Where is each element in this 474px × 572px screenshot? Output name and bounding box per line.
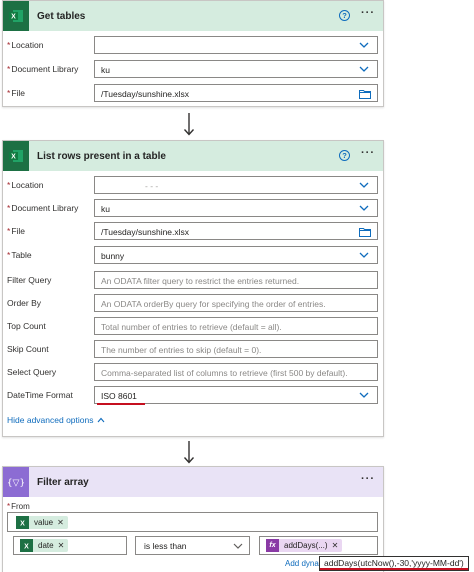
chevron-down-icon	[233, 543, 243, 549]
datetime-format-value: ISO 8601	[101, 391, 137, 401]
file-value: /Tuesday/sunshine.xlsx	[101, 227, 190, 237]
select-query-row: Select Query Comma-separated list of col…	[3, 363, 383, 381]
excel-icon: X	[3, 141, 29, 171]
top-count-row: Top Count Total number of entries to ret…	[3, 317, 383, 335]
skip-count-row: Skip Count The number of entries to skip…	[3, 340, 383, 358]
help-icon[interactable]: ?	[339, 150, 350, 161]
chevron-down-icon	[359, 66, 369, 72]
file-input[interactable]: /Tuesday/sunshine.xlsx	[94, 222, 378, 240]
chevron-down-icon	[359, 392, 369, 398]
date-token[interactable]: X date ✕	[20, 539, 69, 552]
select-query-label: Select Query	[7, 367, 57, 377]
skip-count-input[interactable]: The number of entries to skip (default =…	[94, 340, 378, 358]
library-label: *Document Library	[7, 64, 79, 74]
datetime-format-dropdown[interactable]: ISO 8601	[94, 386, 378, 404]
excel-icon: X	[16, 516, 29, 529]
location-dropdown[interactable]	[94, 36, 378, 54]
file-row: *File /Tuesday/sunshine.xlsx	[3, 84, 383, 102]
datetime-format-row: DateTime Format ISO 8601	[3, 386, 383, 404]
from-input[interactable]: X value ✕	[7, 512, 378, 532]
adddays-token[interactable]: fx addDays(...) ✕	[266, 539, 343, 552]
file-label: *File	[7, 88, 26, 98]
card-title: List rows present in a table	[37, 150, 166, 162]
svg-text:X: X	[24, 544, 29, 551]
filter-query-input[interactable]: An ODATA filter query to restrict the en…	[94, 271, 378, 289]
svg-text:X: X	[11, 154, 16, 161]
filter-icon: {▽}	[3, 467, 29, 497]
top-count-input[interactable]: Total number of entries to retrieve (def…	[94, 317, 378, 335]
chevron-down-icon	[359, 205, 369, 211]
svg-text:X: X	[20, 521, 25, 528]
svg-text:X: X	[11, 14, 16, 21]
help-icon[interactable]: ?	[339, 10, 350, 21]
location-label: *Location	[7, 40, 44, 50]
library-value: ku	[101, 65, 110, 75]
list-rows-card: X List rows present in a table ? ··· *Lo…	[2, 140, 384, 437]
excel-icon: X	[3, 1, 29, 31]
more-icon[interactable]: ···	[361, 7, 375, 19]
location-row: *Location	[3, 36, 383, 54]
location-row: *Location - - -	[3, 176, 383, 194]
from-label: *From	[7, 502, 30, 511]
order-by-label: Order By	[7, 298, 42, 308]
close-icon[interactable]: ✕	[332, 541, 339, 550]
chevron-down-icon	[359, 252, 369, 258]
red-underline-annotation	[320, 568, 468, 570]
hide-advanced-options-link[interactable]: Hide advanced options	[7, 415, 105, 425]
more-icon[interactable]: ···	[361, 473, 375, 485]
operator-dropdown[interactable]: is less than	[135, 536, 250, 555]
select-query-input[interactable]: Comma-separated list of columns to retri…	[94, 363, 378, 381]
card-title: Get tables	[37, 10, 86, 22]
arrow-down-icon	[183, 441, 195, 464]
condition-left-input[interactable]: X date ✕	[13, 536, 127, 555]
chevron-down-icon	[359, 182, 369, 188]
location-value: - - -	[145, 181, 159, 191]
chevron-up-icon	[98, 417, 105, 423]
get-tables-header[interactable]: X Get tables ? ···	[3, 1, 383, 31]
file-value: /Tuesday/sunshine.xlsx	[101, 89, 190, 99]
file-input[interactable]: /Tuesday/sunshine.xlsx	[94, 84, 378, 102]
excel-icon: X	[20, 539, 33, 552]
card-title: Filter array	[37, 476, 89, 488]
list-rows-header[interactable]: X List rows present in a table ? ···	[3, 141, 383, 171]
skip-count-label: Skip Count	[7, 344, 49, 354]
get-tables-card: X Get tables ? ··· *Location *Document L…	[2, 0, 384, 107]
library-dropdown[interactable]: ku	[94, 60, 378, 78]
library-row: *Document Library ku	[3, 60, 383, 78]
value-token[interactable]: X value ✕	[16, 516, 68, 529]
table-dropdown[interactable]: bunny	[94, 246, 378, 264]
chevron-down-icon	[359, 42, 369, 48]
close-icon[interactable]: ✕	[57, 518, 64, 527]
library-dropdown[interactable]: ku	[94, 199, 378, 217]
order-by-row: Order By An ODATA orderBy query for spec…	[3, 294, 383, 312]
folder-icon[interactable]	[359, 89, 371, 99]
filter-query-label: Filter Query	[7, 275, 52, 285]
library-row: *Document Library ku	[3, 199, 383, 217]
library-value: ku	[101, 204, 110, 214]
svg-text:{▽}: {▽}	[8, 479, 24, 489]
location-dropdown[interactable]: - - -	[94, 176, 378, 194]
red-underline-annotation	[97, 403, 145, 405]
operator-value: is less than	[144, 541, 187, 551]
filter-query-row: Filter Query An ODATA filter query to re…	[3, 271, 383, 289]
arrow-down-icon	[183, 113, 195, 136]
top-count-label: Top Count	[7, 321, 46, 331]
more-icon[interactable]: ···	[361, 147, 375, 159]
condition-right-input[interactable]: fx addDays(...) ✕	[259, 536, 378, 555]
table-value: bunny	[101, 251, 125, 261]
file-row: *File /Tuesday/sunshine.xlsx	[3, 222, 383, 240]
filter-array-header[interactable]: {▽} Filter array ···	[3, 467, 383, 497]
add-dynamic-content-link[interactable]: Add dynar	[285, 559, 321, 568]
datetime-format-label: DateTime Format	[7, 390, 73, 400]
order-by-input[interactable]: An ODATA orderBy query for specifying th…	[94, 294, 378, 312]
fx-icon: fx	[266, 539, 279, 552]
folder-icon[interactable]	[359, 227, 371, 237]
close-icon[interactable]: ✕	[58, 541, 65, 550]
table-row: *Table bunny	[3, 246, 383, 264]
